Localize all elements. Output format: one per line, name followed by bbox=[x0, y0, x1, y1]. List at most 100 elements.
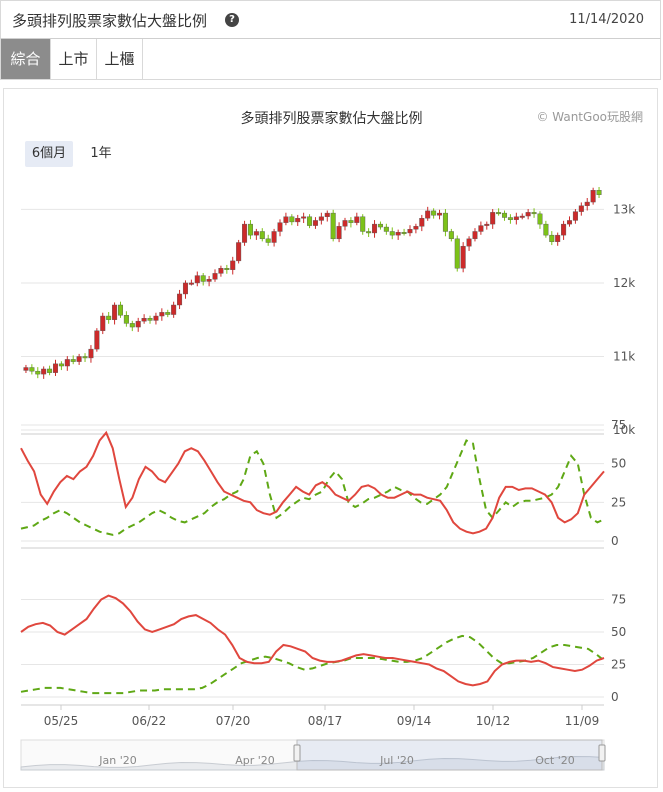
candle-up bbox=[301, 216, 307, 219]
candle-down bbox=[330, 212, 336, 240]
price-tick-label: 12k bbox=[613, 276, 635, 290]
candle-up bbox=[88, 348, 94, 359]
candle-down bbox=[47, 368, 53, 373]
candle-up bbox=[460, 245, 466, 269]
panel2-tick-label: 50 bbox=[611, 625, 626, 639]
candle-down bbox=[442, 212, 448, 232]
candle-up bbox=[419, 218, 425, 227]
candle-down bbox=[431, 210, 437, 216]
candle-up bbox=[212, 273, 218, 280]
candle-down bbox=[259, 231, 265, 240]
candle-down bbox=[247, 223, 253, 236]
candle-up bbox=[64, 359, 70, 367]
panel2-red-series bbox=[20, 594, 605, 687]
panel1-green-series bbox=[20, 439, 605, 536]
candle-up bbox=[490, 212, 496, 225]
candle-down bbox=[496, 212, 502, 215]
candle-down bbox=[366, 231, 372, 234]
candle-down bbox=[35, 370, 41, 375]
candle-down bbox=[360, 216, 366, 232]
candle-down bbox=[224, 268, 230, 270]
candle-up bbox=[342, 220, 348, 227]
candle-up bbox=[112, 304, 118, 320]
x-tick-label: 11/09 bbox=[565, 714, 600, 728]
candle-down bbox=[129, 323, 135, 328]
candle-down bbox=[307, 216, 313, 226]
candle-up bbox=[466, 238, 472, 247]
candle-up bbox=[590, 190, 596, 203]
candle-down bbox=[123, 315, 129, 324]
candle-up bbox=[41, 368, 47, 375]
candle-up bbox=[519, 215, 525, 218]
candle-up bbox=[253, 231, 259, 236]
panel2-tick-label: 75 bbox=[611, 593, 626, 607]
candle-down bbox=[265, 238, 271, 243]
navigator-handle bbox=[598, 744, 606, 762]
candle-down bbox=[549, 234, 555, 242]
candle-up bbox=[188, 282, 194, 285]
candle-up bbox=[271, 231, 277, 243]
panel1-tick-label: 0 bbox=[611, 534, 619, 548]
candle-up bbox=[567, 220, 573, 225]
candle-down bbox=[543, 223, 549, 236]
candle-up bbox=[525, 212, 531, 217]
candle-down bbox=[70, 359, 76, 362]
candle-down bbox=[389, 231, 395, 236]
candle-up bbox=[283, 216, 289, 223]
candle-down bbox=[106, 315, 112, 320]
navigator-label: Jul '20 bbox=[379, 754, 414, 767]
candle-down bbox=[383, 226, 389, 232]
candle-up bbox=[578, 205, 584, 212]
chart-canvas: 10k11k12k13k0255075025507505/25 06/22 07/2… bbox=[20, 186, 635, 771]
candle-up bbox=[218, 268, 224, 274]
candle-up bbox=[472, 231, 478, 240]
candle-up bbox=[336, 226, 342, 240]
candle-down bbox=[448, 231, 454, 240]
candle-up bbox=[182, 282, 188, 295]
navigator-label: Oct '20 bbox=[535, 754, 575, 767]
candle-up bbox=[194, 275, 200, 284]
navigator-label: Apr '20 bbox=[235, 754, 275, 767]
candle-up bbox=[354, 216, 360, 223]
candle-down bbox=[29, 367, 35, 372]
candle-down bbox=[200, 275, 206, 282]
candle-up bbox=[52, 363, 58, 373]
panel2-tick-label: 0 bbox=[611, 690, 619, 704]
panel1-tick-label: 50 bbox=[611, 457, 626, 471]
candle-up bbox=[295, 218, 301, 223]
candle-up bbox=[413, 226, 419, 230]
x-tick-label: 06/22 bbox=[132, 714, 167, 728]
candle-up bbox=[277, 222, 283, 232]
candle-down bbox=[454, 238, 460, 269]
candle-up bbox=[324, 212, 330, 217]
candle-down bbox=[289, 216, 295, 223]
candle-down bbox=[531, 212, 537, 215]
candle-up bbox=[230, 260, 236, 270]
candle-up bbox=[555, 234, 561, 242]
candle-down bbox=[377, 223, 383, 228]
x-tick-label: 10/12 bbox=[476, 714, 511, 728]
candle-up bbox=[177, 293, 183, 306]
candle-up bbox=[23, 367, 29, 371]
navigator-handle bbox=[293, 744, 301, 762]
candle-up bbox=[206, 279, 212, 282]
candle-up bbox=[242, 223, 248, 243]
candle-up bbox=[372, 223, 378, 234]
x-tick-label: 08/17 bbox=[308, 714, 343, 728]
candle-up bbox=[572, 211, 578, 221]
panel2-tick-label: 25 bbox=[611, 658, 626, 672]
candle-up bbox=[395, 232, 401, 236]
candle-up bbox=[76, 356, 82, 362]
price-tick-label: 11k bbox=[613, 349, 635, 363]
candle-down bbox=[348, 220, 354, 223]
candle-up bbox=[159, 312, 165, 317]
candle-up bbox=[318, 216, 324, 221]
candle-up bbox=[425, 210, 431, 219]
candle-up bbox=[236, 242, 242, 262]
candle-down bbox=[596, 190, 602, 195]
candle-up bbox=[407, 229, 413, 234]
candle-up bbox=[141, 318, 147, 322]
navigator-label: Jan '20 bbox=[98, 754, 136, 767]
candle-up bbox=[584, 201, 590, 206]
x-tick-label: 07/20 bbox=[216, 714, 251, 728]
